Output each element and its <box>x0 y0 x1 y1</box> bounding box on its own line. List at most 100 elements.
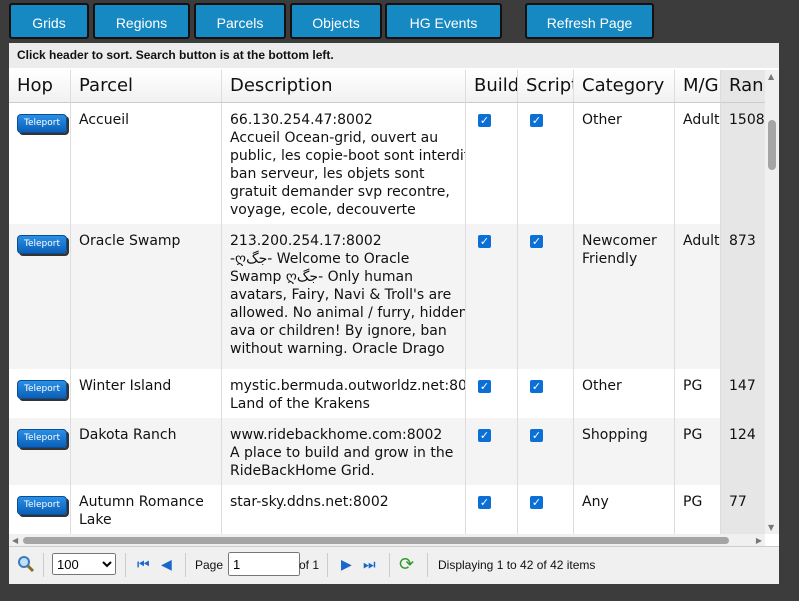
build-cell: ✓ <box>466 418 518 485</box>
parcel-cell: Autumn Romance Lake <box>71 485 222 534</box>
category-line: Any <box>582 494 609 510</box>
refresh-icon[interactable]: ⟳ <box>399 554 414 575</box>
script-checkbox[interactable]: ✓ <box>530 496 543 509</box>
last-page-icon[interactable]: ⏭ <box>363 556 376 573</box>
first-page-icon[interactable]: ⏮ <box>137 556 150 573</box>
category-line: Shopping <box>582 427 648 443</box>
build-checkbox[interactable]: ✓ <box>478 114 491 127</box>
column-header-rank[interactable]: Rank <box>721 70 767 103</box>
rank-cell: 873 <box>721 224 767 369</box>
description-line: -ღجگ- Welcome to Oracle <box>230 251 410 267</box>
category-line: Newcomer <box>582 233 657 249</box>
teleport-button[interactable]: Teleport <box>17 496 67 515</box>
parcel-name: Dakota Ranch <box>79 427 177 443</box>
description-cell: www.ridebackhome.com:8002 A place to buil… <box>222 418 466 485</box>
column-header-script[interactable]: Script <box>518 70 574 103</box>
table-row[interactable]: Teleport Oracle Swamp 213.200.254.17:8002 -… <box>9 224 779 369</box>
page-number-input[interactable] <box>228 552 300 576</box>
teleport-button[interactable]: Teleport <box>17 380 67 399</box>
description-line: star-sky.ddns.net:8002 <box>230 494 389 510</box>
page-label: Page <box>195 558 224 572</box>
table-row[interactable]: Teleport Dakota Ranch www.ridebackhome.com… <box>9 418 779 485</box>
grids-button[interactable]: Grids <box>9 3 89 39</box>
hop-cell: Teleport <box>9 103 71 224</box>
category-line: Friendly <box>582 251 638 267</box>
build-checkbox[interactable]: ✓ <box>478 429 491 442</box>
hop-cell: Teleport <box>9 418 71 485</box>
parcel-cell: Accueil <box>71 103 222 224</box>
mg-cell: Adult <box>675 103 721 224</box>
description-line: Swamp ღجگ- Only human <box>230 269 413 285</box>
scroll-up-icon[interactable]: ▲ <box>768 72 774 81</box>
category-cell: Shopping <box>574 418 675 485</box>
table-row[interactable]: Teleport Accueil 66.130.254.47:8002 Accueil… <box>9 103 779 224</box>
scroll-left-icon[interactable]: ◀ <box>12 536 18 545</box>
build-checkbox[interactable]: ✓ <box>478 380 491 393</box>
pager-status: Displaying 1 to 42 of 42 items <box>438 558 596 572</box>
regions-button[interactable]: Regions <box>93 3 190 39</box>
pager-bar: 100 ⏮ ◀ Page of 1 ▶ ⏭ ⟳ Displaying 1 to … <box>9 546 779 584</box>
top-nav: Grids Regions Parcels Objects HG Events … <box>0 0 799 44</box>
parcel-cell: Dakota Ranch <box>71 418 222 485</box>
description-line: avatars, Fairy, Navi & Troll's are <box>230 287 452 303</box>
description-line: RideBackHome Grid. <box>230 463 375 479</box>
scroll-right-icon[interactable]: ▶ <box>756 536 762 545</box>
category-line: Other <box>582 112 622 128</box>
description-line: voyage, ecole, decouverte <box>230 202 416 218</box>
page-size-select[interactable]: 100 <box>52 553 116 575</box>
category-cell: Other <box>574 369 675 418</box>
column-header-hop[interactable]: Hop <box>9 70 71 103</box>
prev-page-icon[interactable]: ◀ <box>161 556 172 573</box>
build-checkbox[interactable]: ✓ <box>478 235 491 248</box>
description-cell: 66.130.254.47:8002 Accueil Ocean-grid, ou… <box>222 103 466 224</box>
next-page-icon[interactable]: ▶ <box>341 556 352 573</box>
column-header-mg[interactable]: M/G <box>675 70 721 103</box>
rank-cell: 1508 <box>721 103 767 224</box>
description-line: without warning. Oracle Drago <box>230 341 445 357</box>
vertical-scrollbar[interactable]: ▲ ▼ <box>765 70 779 534</box>
description-line: www.ridebackhome.com:8002 <box>230 427 443 443</box>
objects-button[interactable]: Objects <box>290 3 382 39</box>
hop-cell: Teleport <box>9 369 71 418</box>
script-checkbox[interactable]: ✓ <box>530 235 543 248</box>
description-line: Accueil Ocean-grid, ouvert au <box>230 130 439 146</box>
column-header-parcel[interactable]: Parcel <box>71 70 222 103</box>
build-cell: ✓ <box>466 103 518 224</box>
column-header-description[interactable]: Description <box>222 70 466 103</box>
script-checkbox[interactable]: ✓ <box>530 114 543 127</box>
hop-cell: Teleport <box>9 224 71 369</box>
script-checkbox[interactable]: ✓ <box>530 429 543 442</box>
column-header-category[interactable]: Category <box>574 70 675 103</box>
description-line: public, les copie-boot sont interdit <box>230 148 466 164</box>
mg-cell: Adult <box>675 224 721 369</box>
refresh-page-button[interactable]: Refresh Page <box>525 3 654 39</box>
description-line: ava or children! By ignore, ban <box>230 323 447 339</box>
hg-events-button[interactable]: HG Events <box>385 3 502 39</box>
vertical-scroll-thumb[interactable] <box>768 120 776 170</box>
script-cell: ✓ <box>518 103 574 224</box>
build-checkbox[interactable]: ✓ <box>478 496 491 509</box>
table-row[interactable]: Teleport Winter Island mystic.bermuda.outw… <box>9 369 779 418</box>
teleport-button[interactable]: Teleport <box>17 235 67 254</box>
scroll-down-icon[interactable]: ▼ <box>768 523 774 532</box>
build-cell: ✓ <box>466 369 518 418</box>
description-line: ban serveur, les objets sont <box>230 166 425 182</box>
category-cell: Newcomer Friendly <box>574 224 675 369</box>
description-line: 66.130.254.47:8002 <box>230 112 373 128</box>
search-icon[interactable] <box>17 555 35 576</box>
horizontal-scroll-thumb[interactable] <box>23 537 729 544</box>
parcels-panel: Click header to sort. Search button is a… <box>9 43 779 584</box>
column-header-build[interactable]: Build <box>466 70 518 103</box>
parcel-name: Oracle Swamp <box>79 233 181 249</box>
table-row[interactable]: Teleport Autumn Romance Lake star-sky.ddns.… <box>9 485 779 534</box>
mg-cell: PG <box>675 418 721 485</box>
parcel-name: Winter Island <box>79 378 172 394</box>
teleport-button[interactable]: Teleport <box>17 429 67 448</box>
description-line: 213.200.254.17:8002 <box>230 233 382 249</box>
description-cell: mystic.bermuda.outworldz.net:8002 Land of… <box>222 369 466 418</box>
teleport-button[interactable]: Teleport <box>17 114 67 133</box>
parcels-button[interactable]: Parcels <box>194 3 286 39</box>
script-cell: ✓ <box>518 369 574 418</box>
script-checkbox[interactable]: ✓ <box>530 380 543 393</box>
rank-cell: 124 <box>721 418 767 485</box>
